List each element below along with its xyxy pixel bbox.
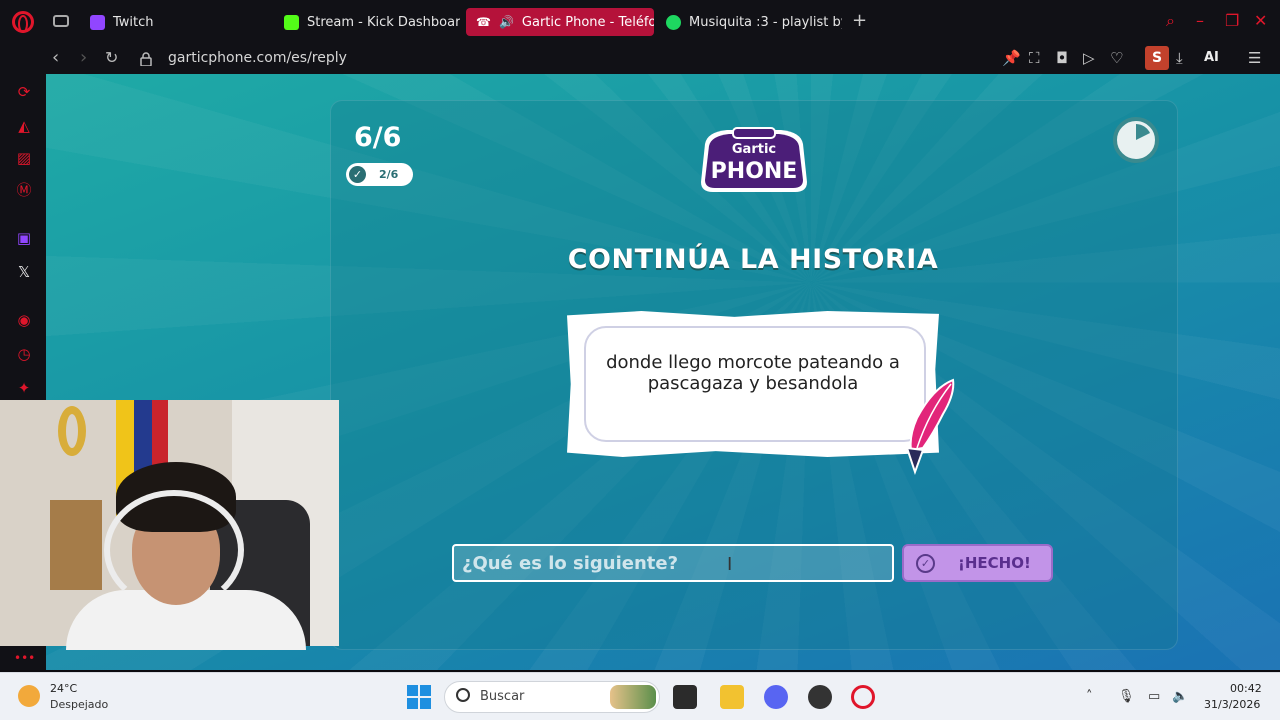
phone-icon: ☎ (476, 15, 491, 29)
quill-pen-icon (905, 378, 955, 476)
logo-text-bottom: PHONE (711, 159, 798, 184)
windows-start-icon[interactable] (407, 685, 431, 709)
progress-count: 2/6 (379, 168, 399, 181)
tab-label: Musiquita :3 - playlist by S (689, 14, 842, 30)
download-icon[interactable]: ⤓ (1176, 49, 1183, 67)
sidebar-extensions-icon[interactable]: ✦ (14, 378, 34, 398)
sidebar-x-icon[interactable]: 𝕏 (14, 262, 34, 282)
browser-tab-bar: Twitch Stream - Kick Dashboard ☎ 🔊 Garti… (0, 0, 1280, 44)
sidebar-messenger-icon[interactable]: Ⓜ (14, 180, 34, 200)
tab-islands-icon[interactable] (53, 15, 69, 27)
new-tab-button[interactable]: + (852, 12, 867, 30)
kick-icon (284, 14, 299, 30)
text-cursor-icon: I (727, 554, 733, 575)
tab-musiquita-playlist[interactable]: Musiquita :3 - playlist by S (656, 8, 842, 36)
url-field[interactable]: garticphone.com/es/reply (168, 50, 347, 66)
aria-ai-button[interactable]: AI (1204, 50, 1219, 65)
tab-gartic-phone[interactable]: ☎ 🔊 Gartic Phone - Teléfon (466, 8, 654, 36)
tab-label: Gartic Phone - Teléfon (521, 14, 654, 30)
timer-icon (1113, 117, 1159, 163)
menu-icon[interactable]: ☰ (1248, 49, 1261, 67)
tab-twitch[interactable]: Twitch (80, 8, 260, 36)
reload-button[interactable]: ↻ (105, 48, 118, 68)
microphone-icon[interactable]: 🎙 (1118, 689, 1135, 705)
back-button[interactable]: ‹ (52, 48, 59, 68)
weather-temperature[interactable]: 24°C (50, 682, 77, 695)
spotify-icon (666, 14, 681, 30)
windows-taskbar: 24°C Despejado Buscar ˄ 🎙 ▭ 🔈 00:42 31/3… (0, 672, 1280, 720)
answer-input[interactable] (452, 544, 894, 582)
sidebar-ai-icon[interactable]: ◭ (14, 116, 34, 136)
sidebar-more-icon[interactable]: ••• (14, 648, 35, 668)
weather-moon-icon[interactable] (18, 685, 40, 707)
gartic-phone-logo: Gartic PHONE (701, 127, 807, 192)
weather-description[interactable]: Despejado (50, 698, 108, 711)
snapshot-icon[interactable]: ⛶ (1029, 49, 1040, 67)
tab-kick-dashboard[interactable]: Stream - Kick Dashboard (274, 8, 460, 36)
story-text: donde llego morcote pateando a pascagaza… (606, 352, 900, 394)
volume-icon[interactable]: 🔈 (1172, 689, 1188, 705)
forward-button[interactable]: › (80, 48, 87, 68)
speaker-icon[interactable]: 🔊 (499, 15, 514, 29)
webcam-headset (104, 490, 244, 610)
file-explorer-icon[interactable] (720, 685, 744, 709)
minimize-button[interactable]: – (1196, 12, 1204, 30)
close-window-button[interactable]: ✕ (1254, 12, 1267, 30)
tab-label: Stream - Kick Dashboard (307, 14, 460, 30)
lock-icon (140, 52, 152, 66)
taskbar-search-placeholder[interactable]: Buscar (480, 689, 524, 704)
logo-text-top: Gartic (732, 142, 776, 157)
pocket-icon[interactable]: ◘ (1056, 49, 1068, 67)
clock-date[interactable]: 31/3/2026 (1204, 698, 1260, 711)
clock-time[interactable]: 00:42 (1230, 682, 1262, 695)
page-heading: CONTINÚA LA HISTORIA (567, 244, 939, 275)
done-button-label: ¡HECHO! (958, 554, 1031, 572)
obs-icon[interactable] (808, 685, 832, 709)
opera-taskbar-icon[interactable] (851, 685, 875, 709)
done-button[interactable]: ✓ ¡HECHO! (902, 544, 1053, 582)
search-icon (456, 688, 470, 702)
search-tabs-icon[interactable]: ⌕ (1166, 12, 1175, 30)
sidebar-cards-icon[interactable]: ▨ (14, 148, 34, 168)
terminal-app-icon[interactable] (673, 685, 697, 709)
opera-menu-icon[interactable] (12, 11, 34, 33)
webcam-balloon (58, 406, 86, 456)
extension-s-icon[interactable]: S (1145, 46, 1169, 70)
network-icon[interactable]: ▭ (1148, 689, 1160, 705)
search-highlight-image (610, 685, 656, 709)
tab-label: Twitch (113, 14, 154, 30)
pin-icon[interactable]: 📌 (1002, 49, 1021, 67)
twitch-icon (90, 14, 105, 30)
maximize-button[interactable]: ❐ (1225, 12, 1239, 30)
tray-chevron-icon[interactable]: ˄ (1086, 689, 1093, 705)
check-icon: ✓ (349, 166, 366, 183)
sidebar-refresh-icon[interactable]: ⟳ (14, 82, 34, 102)
done-check-icon: ✓ (916, 554, 935, 573)
sidebar-twitch-icon[interactable]: ▣ (14, 228, 34, 248)
player-icon[interactable]: ▷ (1083, 49, 1095, 67)
heart-icon[interactable]: ♡ (1110, 49, 1123, 67)
webcam-corkboard (50, 500, 102, 590)
round-counter: 6/6 (354, 122, 402, 153)
address-bar-row: ‹ › ↻ garticphone.com/es/reply 📌 ⛶ ◘ ▷ ♡… (0, 44, 1280, 74)
sidebar-spotify-icon[interactable]: ◉ (14, 310, 34, 330)
sidebar-history-icon[interactable]: ◷ (14, 344, 34, 364)
discord-icon[interactable] (764, 685, 788, 709)
